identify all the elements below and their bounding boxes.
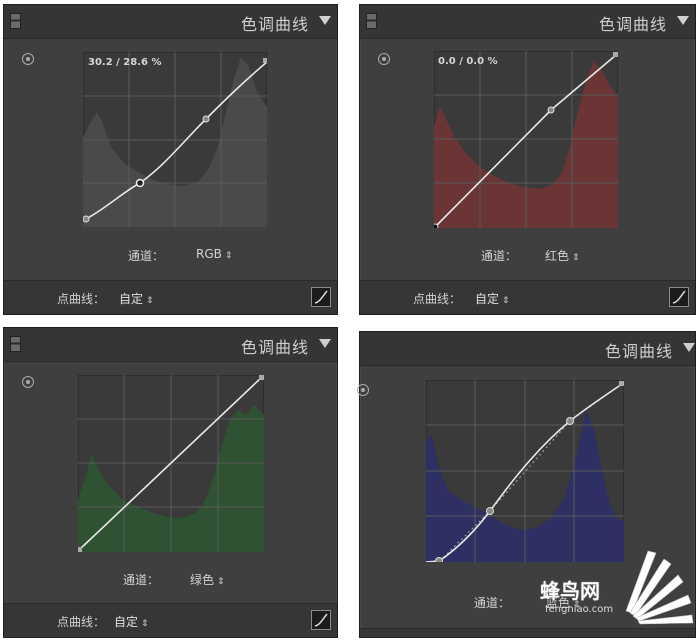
curve-readout: 0.0 / 0.0 % [438, 56, 498, 67]
point-curve-select[interactable]: 自定 ⇕ [475, 290, 510, 307]
point-curve-toggle-button[interactable] [311, 610, 331, 630]
panel-header: 色调曲线 [360, 332, 695, 366]
point-curve-select[interactable]: 自定 ⇕ [114, 613, 149, 630]
targeted-adjustment-icon[interactable] [22, 376, 34, 388]
channel-label: 通道： [474, 596, 511, 610]
channel-select[interactable]: RGB ⇕ [196, 247, 232, 261]
curve-endpoint[interactable] [259, 375, 264, 380]
curve-endpoint[interactable] [78, 547, 82, 552]
point-curve-label: 点曲线： [57, 615, 106, 629]
panel-footer: 点曲线： 自定 ⇕ [4, 280, 337, 314]
watermark-logo-text: 蜂鸟网 [540, 579, 600, 603]
channel-select[interactable]: 红色 ⇕ [545, 247, 580, 264]
curve-point[interactable] [547, 106, 555, 114]
panel-title: 色调曲线 [240, 15, 309, 34]
collapse-triangle-icon[interactable] [319, 16, 331, 25]
curve-graph[interactable]: 30.2 / 28.6 % [83, 52, 267, 227]
channel-select[interactable]: 绿色 ⇕ [190, 571, 225, 588]
panel-grip-icon[interactable] [366, 13, 377, 29]
updown-icon: ⇕ [224, 251, 233, 261]
point-curve-label: 点曲线： [57, 292, 106, 306]
curve-point-selected[interactable] [135, 178, 145, 188]
updown-icon: ⇕ [502, 296, 510, 306]
panel-footer: 点曲线： 自定 ⇕ [4, 603, 337, 637]
collapse-triangle-icon[interactable] [677, 16, 689, 25]
collapse-triangle-icon[interactable] [683, 343, 695, 352]
panel-title: 色调曲线 [604, 342, 673, 361]
curve-endpoint[interactable] [613, 52, 618, 57]
curve-endpoint[interactable] [263, 58, 267, 63]
curve-point[interactable] [435, 557, 443, 563]
fengniao-logo-icon [625, 550, 694, 625]
panel-grip-icon[interactable] [10, 13, 21, 29]
curve-point[interactable] [566, 417, 574, 425]
updown-icon: ⇕ [572, 253, 580, 263]
point-curve-value: 自定 [114, 615, 139, 629]
point-curve-toggle-button[interactable] [669, 287, 689, 307]
targeted-adjustment-icon[interactable] [22, 53, 34, 65]
panel-header: 色调曲线 [4, 328, 337, 362]
panel-footer: 点曲线： 自定 ⇕ [360, 280, 695, 314]
panel-header: 色调曲线 [4, 5, 337, 39]
point-curve-toggle-button[interactable] [311, 287, 331, 307]
curve-point[interactable] [83, 215, 90, 223]
curve-graph[interactable] [426, 380, 624, 562]
panel-title: 色调曲线 [598, 15, 667, 34]
point-curve-select[interactable]: 自定 ⇕ [119, 290, 154, 307]
panel-title: 色调曲线 [240, 338, 309, 357]
channel-value: 绿色 [190, 573, 215, 587]
curve-point[interactable] [202, 115, 210, 123]
channel-value: RGB [196, 247, 222, 261]
watermark-url: fengniao.com [545, 604, 614, 615]
tone-curve-panel-rgb: 色调曲线 30.2 / 28.6 % 通道： RGB ⇕ 点曲线： 自定 ⇕ [3, 4, 338, 315]
point-curve-value: 自定 [119, 292, 144, 306]
targeted-adjustment-icon[interactable] [378, 53, 390, 65]
channel-value: 红色 [545, 249, 570, 263]
targeted-adjustment-icon[interactable] [357, 384, 369, 396]
updown-icon: ⇕ [217, 577, 225, 587]
channel-label: 通道： [123, 573, 160, 587]
panel-header: 色调曲线 [360, 5, 695, 39]
point-curve-value: 自定 [475, 292, 500, 306]
curve-readout: 30.2 / 28.6 % [88, 57, 162, 68]
curve-point[interactable] [486, 507, 494, 515]
updown-icon: ⇕ [146, 296, 154, 306]
channel-label: 通道： [128, 249, 165, 263]
tone-curve-panel-green: 色调曲线 通道： 绿色 ⇕ 点曲线： 自定 ⇕ [3, 327, 338, 638]
point-curve-label: 点曲线： [413, 292, 462, 306]
panel-grip-icon[interactable] [10, 336, 21, 352]
collapse-triangle-icon[interactable] [319, 339, 331, 348]
curve-graph[interactable]: 0.0 / 0.0 % [434, 51, 618, 228]
curve-endpoint[interactable] [619, 381, 624, 386]
channel-label: 通道： [481, 249, 518, 263]
tone-curve-panel-red: 色调曲线 0.0 / 0.0 % 通道： 红色 ⇕ 点曲线： 自定 ⇕ [359, 4, 696, 315]
curve-point[interactable] [434, 223, 439, 228]
panel-footer [360, 628, 695, 637]
updown-icon: ⇕ [141, 619, 149, 629]
curve-graph[interactable] [78, 375, 264, 552]
